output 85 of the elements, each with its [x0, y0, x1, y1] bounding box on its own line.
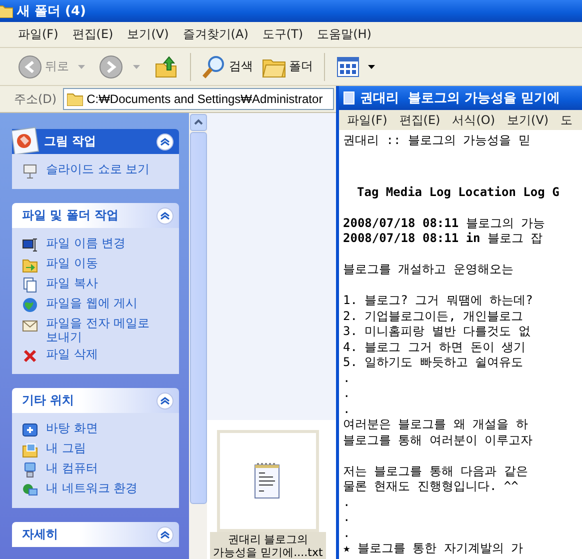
folders-button[interactable]: 폴더 — [260, 54, 315, 80]
address-label: 주소(D) — [14, 90, 57, 108]
text-line: 4. 블로그 그거 하면 돈이 생기 — [343, 340, 527, 355]
desktop-icon — [22, 422, 38, 438]
text-line: 3. 미니홈피랑 별반 다를것도 없 — [343, 324, 532, 340]
panel-title: 자세히 — [22, 526, 59, 543]
task-link[interactable]: 파일 삭제 — [46, 347, 161, 361]
collapse-icon[interactable] — [156, 206, 174, 224]
task-link[interactable]: 내 그림 — [46, 441, 161, 455]
text-line: . — [343, 386, 352, 402]
panel-header[interactable]: 파일 및 폴더 작업 — [12, 203, 179, 228]
panel-header[interactable]: 그림 작업 — [40, 129, 179, 154]
computer-icon — [22, 462, 38, 478]
documents-icon — [22, 277, 38, 293]
file-name[interactable]: 권대리 블로그의 가능성을 믿기에....txt — [210, 532, 326, 559]
forward-icon[interactable] — [99, 54, 123, 78]
text-line: 권대리 :: 블로그의 가능성을 믿 — [343, 133, 532, 148]
task-link[interactable]: 파일 이동 — [46, 256, 161, 270]
folder-icon — [0, 4, 13, 18]
scroll-thumb[interactable] — [190, 132, 206, 504]
panel-title: 그림 작업 — [44, 133, 98, 150]
menu-item[interactable]: 편집(E) — [72, 26, 114, 43]
views-icon[interactable] — [337, 56, 359, 76]
text-line: ★ 블로그를 통한 자기계발의 가 — [343, 541, 524, 556]
text-line: . — [343, 510, 352, 526]
search-button[interactable]: 검색 — [200, 52, 255, 80]
text-line: 2. 기업블로그이든, 개인블로그 — [343, 308, 524, 324]
text-line: 5. 일하기도 빠듯하고 쉴여유도 — [343, 355, 524, 370]
menu-item[interactable]: 보기(V) — [507, 112, 549, 128]
text-line: 2008/07/18 08:11 in 블로그 잡 — [343, 231, 544, 246]
text-line: 저는 블로그를 통해 다음과 같은 — [343, 464, 529, 479]
collapse-icon[interactable] — [156, 132, 174, 150]
text-line: 1. 블로그? 그거 뭐땜에 하는데? — [343, 293, 534, 308]
panel-title: 파일 및 폴더 작업 — [22, 207, 120, 224]
caret-icon[interactable] — [368, 64, 375, 68]
text-line: . — [343, 494, 352, 510]
menu-item[interactable]: 보기(V) — [127, 26, 169, 43]
task-link[interactable]: 파일을 전자 메일로 보내기 — [46, 316, 161, 344]
panel-header[interactable]: 기타 위치 — [12, 388, 179, 413]
text-line: . — [343, 526, 352, 541]
text-line: 블로그를 개설하고 운영해오는 — [343, 262, 514, 278]
text-line: . — [343, 402, 352, 417]
collapse-icon[interactable] — [156, 392, 174, 410]
projector-screen-icon — [22, 163, 38, 179]
text-line: . — [343, 370, 352, 386]
folder-arrow-icon — [22, 257, 38, 273]
back-button[interactable]: 뒤로 — [16, 52, 71, 80]
menu-item[interactable]: 도구(T) — [262, 26, 304, 43]
task-link[interactable]: 파일을 웹에 게시 — [46, 296, 161, 310]
address-field[interactable]: C:₩Documents and Settings₩Administrator — [62, 88, 334, 110]
globe-icon — [22, 297, 38, 313]
up-folder-icon[interactable] — [154, 54, 178, 78]
menu-item[interactable]: 도 — [560, 112, 573, 128]
task-link[interactable]: 바탕 화면 — [46, 421, 161, 435]
text-line: 2008/07/18 08:11 블로그의 가능 — [343, 216, 546, 231]
text-line: Tag Media Log Location Log G — [357, 184, 560, 200]
task-link[interactable]: 파일 복사 — [46, 276, 161, 290]
menu-item[interactable]: 도움말(H) — [317, 26, 372, 43]
cross-icon — [22, 348, 38, 364]
folder-icon — [66, 92, 83, 106]
window-title: 권대리 블로그의 가능성을 믿기에 — [360, 90, 560, 107]
notepad-icon — [343, 91, 355, 105]
panel-header[interactable]: 자세히 — [12, 522, 179, 547]
menu-item[interactable]: 편집(E) — [399, 112, 440, 128]
text-line: 블로그를 통해 여러분이 이루고자 — [343, 432, 534, 448]
scroll-up-icon[interactable] — [190, 114, 206, 131]
scrollbar[interactable] — [189, 113, 207, 559]
collapse-icon[interactable] — [156, 526, 174, 544]
task-link[interactable]: 파일 이름 변경 — [46, 236, 161, 250]
window-title: 새 폴더 (4) — [17, 3, 86, 20]
picture-folder-icon — [22, 442, 38, 458]
text-line: 물론 현재도 진행형입니다. ^^ — [343, 479, 520, 494]
menu-item[interactable]: 파일(F) — [347, 112, 388, 128]
menu-item[interactable]: 즐겨찾기(A) — [182, 26, 248, 43]
menu-item[interactable]: 서식(O) — [452, 112, 496, 128]
monitor-icon — [22, 237, 38, 253]
search-icon — [202, 54, 226, 78]
file-thumbnail[interactable] — [217, 430, 319, 532]
text-line: 여러분은 블로그를 왜 개설을 하 — [343, 417, 529, 432]
panel-title: 기타 위치 — [22, 392, 76, 409]
back-icon — [18, 54, 42, 78]
menu-item[interactable]: 파일(F) — [18, 26, 58, 43]
task-link[interactable]: 내 네트워크 환경 — [46, 481, 161, 495]
network-icon — [22, 482, 38, 498]
task-link[interactable]: 내 컴퓨터 — [46, 461, 161, 475]
